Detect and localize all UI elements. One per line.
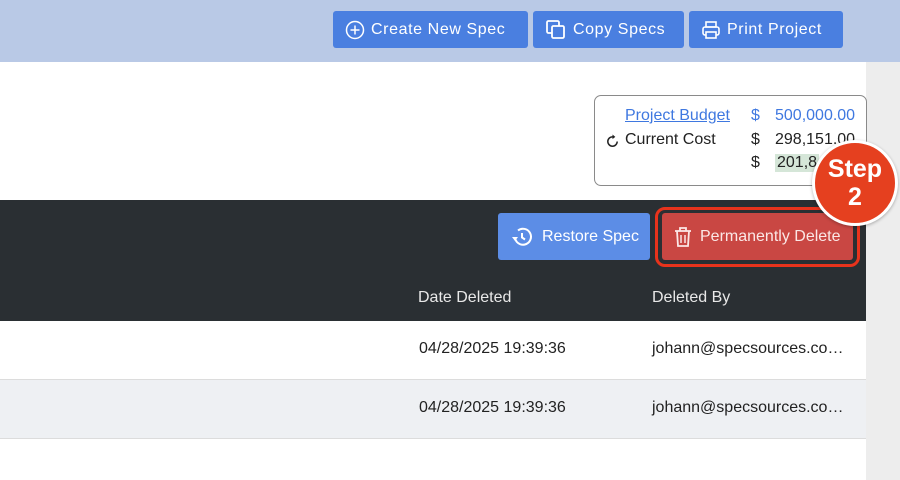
top-toolbar: Create New Spec Copy Specs Print Project (0, 0, 900, 62)
table-row[interactable]: 04/28/2025 19:39:36 johann@specsources.c… (0, 321, 866, 380)
restore-spec-label: Restore Spec (542, 227, 639, 245)
refresh-icon[interactable] (605, 134, 620, 149)
copy-icon (546, 19, 565, 39)
budget-row-current-cost: Current Cost $ 298,151.00 (595, 131, 866, 153)
project-budget-link[interactable]: Project Budget (625, 107, 730, 125)
restore-spec-button[interactable]: Restore Spec (498, 213, 650, 260)
cell-deleted-by: johann@specsources.co… (652, 340, 844, 357)
copy-specs-button[interactable]: Copy Specs (533, 11, 684, 48)
permanently-delete-label: Permanently Delete (700, 227, 841, 245)
project-budget-currency: $ (751, 107, 760, 124)
remaining-value: 201,8 (775, 154, 820, 172)
step-badge: Step 2 (812, 140, 898, 226)
create-new-spec-button[interactable]: Create New Spec (333, 11, 528, 48)
column-header-deleted-by[interactable]: Deleted By (652, 289, 730, 307)
trash-icon (675, 226, 691, 247)
current-cost-currency: $ (751, 131, 760, 148)
cell-date-deleted: 04/28/2025 19:39:36 (419, 399, 566, 416)
step-badge-number: 2 (848, 183, 862, 211)
column-header-date-deleted[interactable]: Date Deleted (418, 289, 511, 307)
table-row[interactable]: 04/28/2025 19:39:36 johann@specsources.c… (0, 380, 866, 439)
plus-circle-icon (345, 20, 365, 39)
create-new-spec-label: Create New Spec (371, 20, 506, 38)
print-project-button[interactable]: Print Project (689, 11, 843, 48)
step-badge-title: Step (827, 155, 883, 183)
project-budget-value: 500,000.00 (775, 107, 856, 124)
budget-row-project-budget: Project Budget $ 500,000.00 (595, 107, 866, 129)
printer-icon (702, 20, 720, 39)
permanently-delete-button[interactable]: Permanently Delete (662, 213, 853, 260)
cell-deleted-by: johann@specsources.co… (652, 399, 844, 416)
copy-specs-label: Copy Specs (573, 20, 666, 38)
remaining-currency: $ (751, 154, 760, 171)
print-project-label: Print Project (727, 20, 822, 38)
current-cost-label: Current Cost (625, 131, 716, 148)
cell-date-deleted: 04/28/2025 19:39:36 (419, 340, 566, 357)
history-icon (512, 227, 532, 246)
